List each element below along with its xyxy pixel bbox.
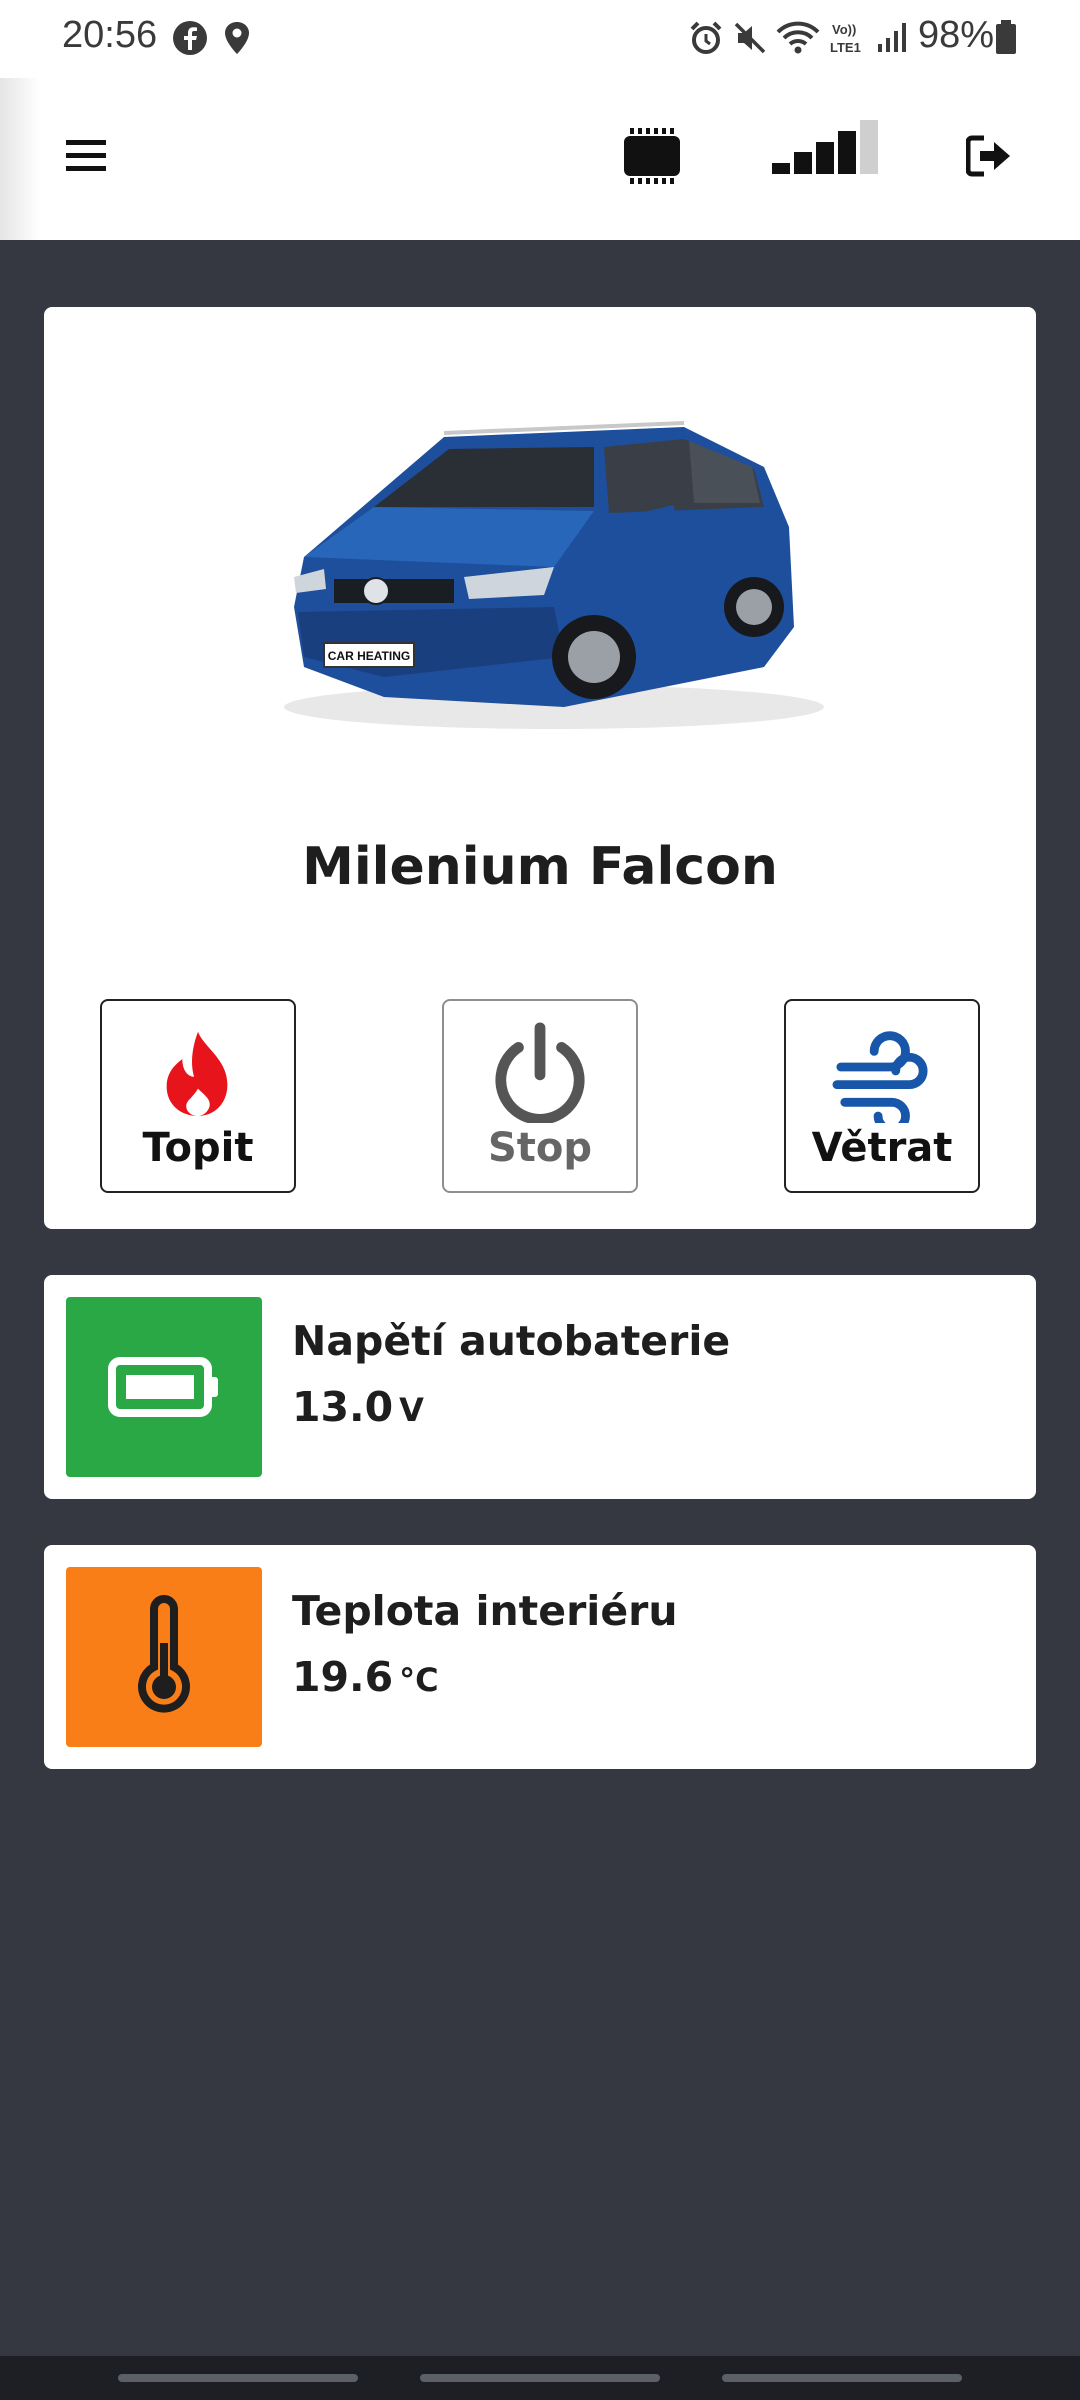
svg-text:Vo)): Vo)) [832, 22, 856, 37]
battery-value: 13.0 [292, 1383, 394, 1431]
signal-bar [794, 152, 812, 174]
battery-value-line: 13.0 V [292, 1383, 424, 1431]
nav-back-button[interactable] [722, 2374, 962, 2382]
ventilate-button-label: Větrat [811, 1125, 953, 1171]
temperature-unit: °C [399, 1661, 439, 1699]
car-image: CAR HEATING [284, 421, 824, 729]
app-header [0, 78, 1080, 240]
vehicle-card: CAR HEATING Milenium Falcon Topit Stop V… [44, 307, 1036, 1229]
temperature-title: Teplota interiéru [292, 1587, 678, 1635]
wind-icon [832, 1031, 928, 1123]
battery-icon [108, 1357, 218, 1417]
svg-text:LTE1: LTE1 [830, 40, 861, 55]
power-icon [495, 1022, 585, 1123]
logout-icon[interactable] [966, 134, 1012, 178]
temperature-tile [66, 1567, 262, 1747]
signal-icon [878, 23, 906, 52]
plate-text: CAR HEATING [328, 649, 410, 663]
status-time: 20:56 [62, 14, 158, 56]
nav-recent-button[interactable] [118, 2374, 358, 2382]
controller-chip-icon[interactable] [620, 124, 684, 188]
temperature-value-line: 19.6 °C [292, 1653, 439, 1701]
vehicle-name: Milenium Falcon [302, 837, 778, 897]
heat-button-label: Topit [142, 1125, 254, 1171]
alarm-icon [690, 21, 722, 54]
battery-status-icon [996, 20, 1016, 54]
interior-temperature-card[interactable]: Teplota interiéru 19.6 °C [44, 1545, 1036, 1769]
signal-strength-icon [772, 120, 878, 174]
facebook-icon [173, 21, 207, 55]
temperature-value: 19.6 [292, 1653, 394, 1701]
ventilate-button[interactable]: Větrat [784, 999, 980, 1193]
volte-icon: Vo)) LTE1 [830, 22, 861, 55]
signal-bar [838, 131, 856, 174]
battery-title: Napětí autobaterie [292, 1317, 731, 1365]
flame-icon [166, 1031, 228, 1116]
signal-bar [772, 163, 790, 174]
mute-icon [734, 22, 766, 54]
system-navigation-bar [0, 2356, 1080, 2400]
wifi-icon [776, 21, 820, 54]
drawer-edge-shadow [0, 78, 40, 240]
stop-button-label: Stop [487, 1125, 593, 1171]
stop-button[interactable]: Stop [442, 999, 638, 1193]
nav-home-button[interactable] [420, 2374, 660, 2382]
battery-unit: V [399, 1391, 424, 1429]
signal-bar [816, 142, 834, 174]
battery-voltage-card[interactable]: Napětí autobaterie 13.0 V [44, 1275, 1036, 1499]
hamburger-menu-icon[interactable] [64, 134, 108, 178]
battery-tile [66, 1297, 262, 1477]
battery-percent: 98% [918, 14, 995, 56]
thermometer-icon [138, 1595, 190, 1713]
location-icon [225, 22, 249, 54]
heat-button[interactable]: Topit [100, 999, 296, 1193]
status-bar: 20:56 Vo)) LTE1 98% [0, 0, 1080, 78]
signal-bar [860, 120, 878, 174]
